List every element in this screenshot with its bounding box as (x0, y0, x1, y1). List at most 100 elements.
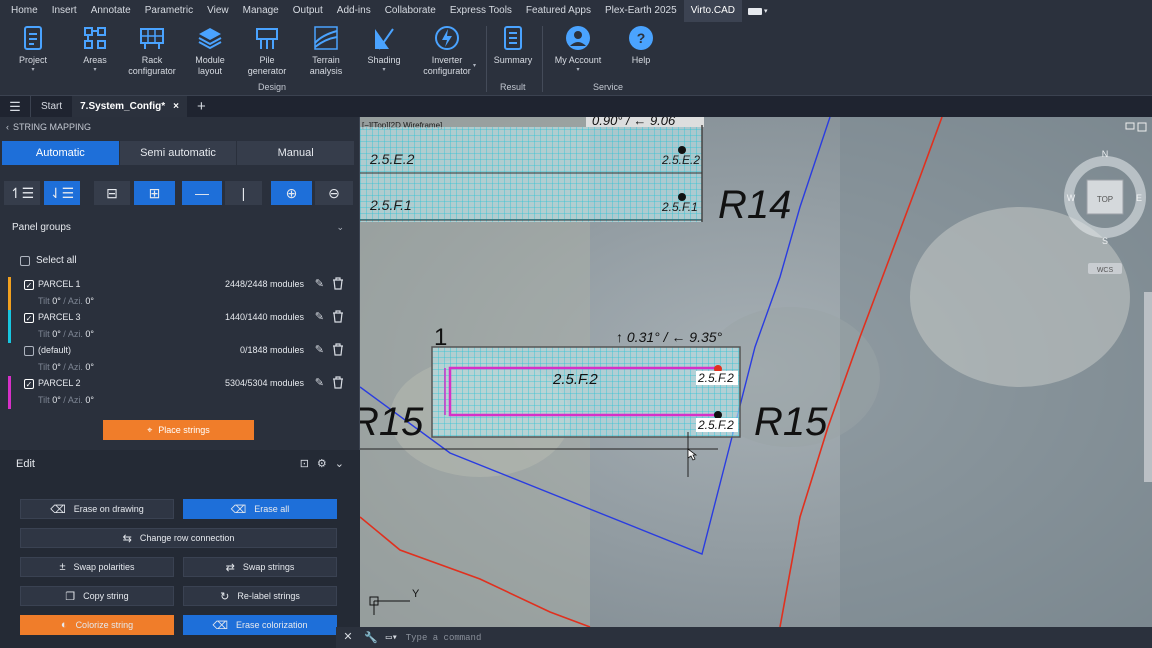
polarity-icon: ± (59, 561, 66, 573)
chevron-left-icon[interactable]: ‹ (6, 117, 9, 137)
shading-button[interactable]: Shading ▾ (364, 24, 404, 74)
menu-output[interactable]: Output (286, 0, 330, 22)
menu-collaborate[interactable]: Collaborate (378, 0, 443, 22)
menu-express-tools[interactable]: Express Tools (443, 0, 519, 22)
erase-all-button[interactable]: ⌫ Erase all (183, 499, 337, 519)
relabel-strings-button[interactable]: ↻ Re-label strings (183, 586, 337, 606)
vertical-scrollbar[interactable] (1144, 292, 1152, 482)
menu-view[interactable]: View (200, 0, 236, 22)
string-tag-top[interactable]: 2.5.F.2 (697, 371, 734, 385)
compass-west: W (1067, 193, 1076, 203)
mode-manual-tab[interactable]: Manual (237, 141, 356, 165)
help-button[interactable]: ? Help (624, 24, 658, 66)
menu-home[interactable]: Home (4, 0, 45, 22)
trash-icon[interactable] (332, 343, 344, 356)
chevron-down-icon[interactable]: ⌄ (335, 457, 344, 470)
menu-virtocad[interactable]: Virto.CAD (683, 0, 742, 22)
menu-featured-apps[interactable]: Featured Apps (519, 0, 598, 22)
sort-ascending-button[interactable]: ↿☰ (4, 181, 40, 205)
command-line[interactable]: 🔧 ▭▾ Type a command (360, 627, 1152, 648)
tab-start[interactable]: Start (30, 96, 72, 117)
panel-group-row: ✓ PARCEL 1 2448/2448 modules Tilt 0° / A… (0, 277, 360, 310)
areas-button[interactable]: Areas ▾ (80, 24, 110, 74)
swap-strings-button[interactable]: ⇄ Swap strings (183, 557, 337, 577)
vertical-direction-button[interactable]: | (225, 181, 262, 205)
erase-on-drawing-label: Erase on drawing (73, 504, 144, 514)
group-checkbox[interactable]: ✓ (24, 379, 34, 389)
chevron-down-icon: ▾ (473, 63, 477, 69)
swap-polarities-button[interactable]: ± Swap polarities (20, 557, 174, 577)
vertical-line-icon: | (241, 185, 246, 201)
trash-icon[interactable] (332, 310, 344, 323)
project-label: Project (18, 55, 47, 65)
summary-button[interactable]: Summary (493, 24, 533, 66)
remove-string-button[interactable]: ⊖ (315, 181, 353, 205)
compass-south: S (1102, 236, 1108, 246)
add-string-button[interactable]: ⊕ (271, 181, 312, 205)
menu-addins[interactable]: Add-ins (330, 0, 378, 22)
menu-insert[interactable]: Insert (45, 0, 84, 22)
close-icon[interactable]: × (173, 96, 179, 117)
my-account-button[interactable]: My Account ▾ (552, 24, 604, 74)
rack-configurator-button[interactable]: Rack configurator (124, 24, 180, 77)
trash-icon[interactable] (332, 376, 344, 389)
edit-pencil-icon[interactable]: ✎ (315, 343, 324, 356)
mode-automatic-tab[interactable]: Automatic (2, 141, 120, 165)
drawing-canvas[interactable]: [−][Top][2D Wireframe] 0.90° / ← 9.06 2.… (360, 117, 1152, 627)
edit-pencil-icon[interactable]: ✎ (315, 277, 324, 290)
erase-on-drawing-button[interactable]: ⌫ Erase on drawing (20, 499, 174, 519)
group-checkbox[interactable]: ✓ (24, 280, 34, 290)
drawing-viewport[interactable]: [−][Top][2D Wireframe] 0.90° / ← 9.06 2.… (360, 117, 1152, 627)
terrain-analysis-button[interactable]: Terrain analysis (304, 24, 348, 77)
chevron-down-icon: ▾ (93, 67, 97, 73)
group-checkbox[interactable] (24, 346, 34, 356)
edit-pencil-icon[interactable]: ✎ (315, 310, 324, 323)
ribbon-toggle[interactable]: ▾ (747, 7, 767, 15)
group-checkbox[interactable]: ✓ (24, 313, 34, 323)
select-all-checkbox[interactable]: Select all (20, 255, 77, 266)
rack-icon (138, 24, 166, 52)
mode-semi-automatic-tab[interactable]: Semi automatic (119, 141, 238, 165)
erase-colorization-button[interactable]: ⌫ Erase colorization (183, 615, 337, 635)
layout-horizontal-button[interactable]: ⊟ (94, 181, 130, 205)
change-row-connection-label: Change row connection (139, 533, 235, 543)
terrain-label-1: Terrain (312, 55, 340, 65)
menu-parametric[interactable]: Parametric (138, 0, 200, 22)
hamburger-menu-icon[interactable]: ☰ (0, 99, 30, 115)
tab-active-drawing[interactable]: 7.System_Config* × (72, 96, 187, 117)
rack-label-1: Rack (141, 55, 163, 65)
erase-all-label: Erase all (254, 504, 290, 514)
change-row-connection-button[interactable]: ⇆ Change row connection (20, 528, 337, 548)
command-history-icon[interactable]: ▭▾ (386, 632, 398, 644)
pile-generator-button[interactable]: Pile generator (244, 24, 290, 77)
sort-ascending-icon: ↿☰ (9, 184, 35, 201)
sort-descending-button[interactable]: ⇃☰ (44, 181, 80, 205)
layout-vertical-button[interactable]: ⊞ (134, 181, 175, 205)
gear-icon[interactable]: ⚙ (317, 457, 327, 470)
ribbon-divider (542, 26, 543, 92)
module-label-2: layout (197, 66, 223, 76)
string-tag-bottom[interactable]: 2.5.F.2 (697, 418, 734, 432)
command-input[interactable]: Type a command (406, 633, 482, 643)
copy-string-button[interactable]: ❐ Copy string (20, 586, 174, 606)
horizontal-direction-button[interactable]: — (182, 181, 222, 205)
menu-plex-earth[interactable]: Plex-Earth 2025 (598, 0, 684, 22)
inverter-configurator-button[interactable]: Inverter configurator (418, 24, 476, 77)
edit-pencil-icon[interactable]: ✎ (315, 376, 324, 389)
panel-groups-header[interactable]: Panel groups ⌄ (0, 217, 360, 237)
project-button[interactable]: Project ▾ (16, 24, 50, 74)
grid-right-icon: ⊞ (148, 184, 161, 201)
areas-icon (81, 24, 109, 52)
menu-manage[interactable]: Manage (236, 0, 286, 22)
trash-icon[interactable] (332, 277, 344, 290)
menu-annotate[interactable]: Annotate (84, 0, 138, 22)
add-tab-button[interactable]: + (187, 98, 216, 115)
chevron-down-icon: ▾ (576, 67, 580, 73)
panel-group-row: ✓ PARCEL 3 1440/1440 modules Tilt 0° / A… (0, 310, 360, 343)
close-command-icon[interactable]: ✕ (336, 627, 360, 648)
colorize-string-button[interactable]: ◐ Colorize string (20, 615, 174, 635)
module-layout-button[interactable]: Module layout (192, 24, 228, 77)
place-strings-button[interactable]: ⌖ Place strings (103, 420, 254, 440)
export-icon[interactable]: ⊡ (300, 457, 309, 470)
wrench-icon[interactable]: 🔧 (364, 631, 378, 645)
